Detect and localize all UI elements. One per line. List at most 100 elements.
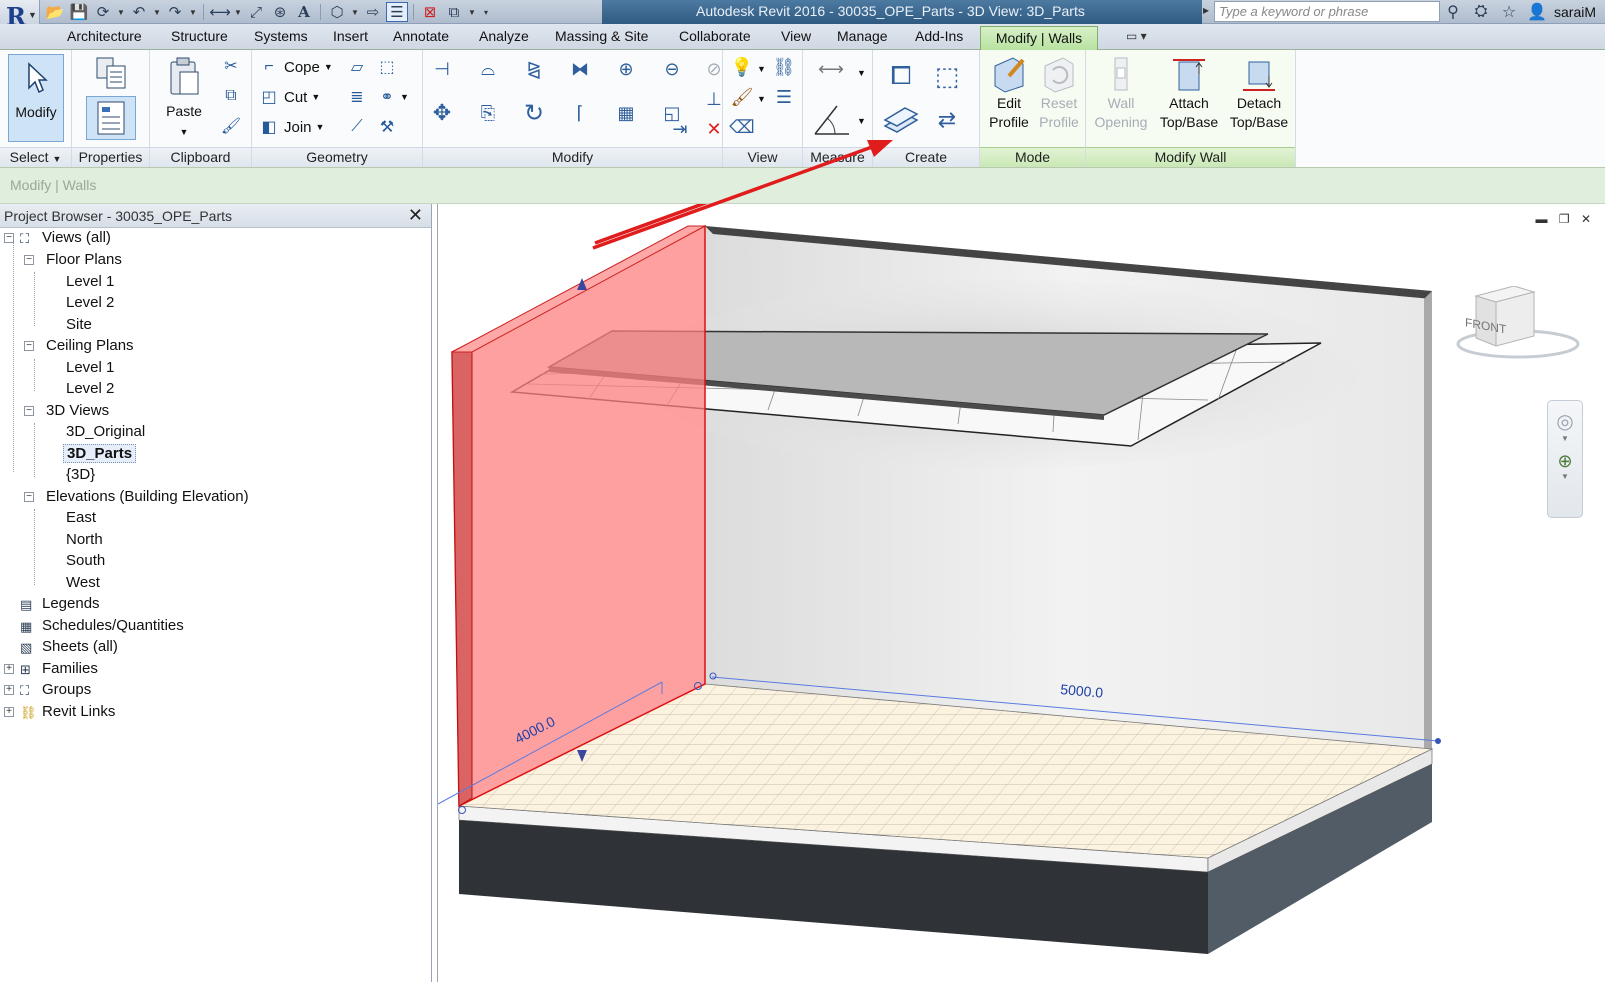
collapse-icon[interactable]: − (24, 406, 34, 416)
trim-extend-multiple-icon[interactable]: ⇥ (667, 116, 693, 142)
chevron-down-icon[interactable]: ▼ (1548, 434, 1582, 443)
copy-icon[interactable]: ⧉ (220, 85, 242, 107)
cut-geometry-button[interactable]: ◰ Cut ▼ (258, 84, 320, 110)
trim-extend-corner-icon[interactable]: ⌈ (567, 100, 593, 126)
save-icon[interactable]: 💾 (68, 2, 90, 22)
tree-node-sheets[interactable]: ▧ Sheets (all) (20, 637, 118, 659)
favorites-star-icon[interactable]: ☆ (1498, 2, 1520, 22)
tab-manage[interactable]: Manage (837, 28, 888, 44)
tree-item-site[interactable]: Site (66, 315, 92, 337)
3d-view-dropdown-icon[interactable]: ▼ (350, 8, 360, 17)
tree-node-3d-views[interactable]: − 3D Views (24, 401, 109, 423)
tab-collaborate[interactable]: Collaborate (679, 28, 751, 44)
beam-joins-icon[interactable]: ⟋ (346, 116, 368, 138)
demolish-icon[interactable]: ≣ (346, 86, 368, 108)
binoculars-icon[interactable]: ⚲ (1442, 2, 1464, 22)
undo-icon[interactable]: ↶ (128, 2, 150, 22)
tree-item-floor-level-1[interactable]: Level 1 (66, 272, 114, 294)
tab-analyze[interactable]: Analyze (479, 28, 529, 44)
default-3d-view-icon[interactable]: ⬡ (326, 2, 348, 22)
align-icon[interactable]: ⊣ (429, 56, 455, 82)
cut-scissors-icon[interactable]: ✂ (220, 55, 242, 77)
redo-icon[interactable]: ↷ (164, 2, 186, 22)
subscription-center-icon[interactable]: ⛭ (1470, 3, 1492, 21)
hide-in-view-icon[interactable]: ⛓ (771, 54, 797, 80)
undo-dropdown-icon[interactable]: ▼ (152, 8, 162, 17)
similar-icon[interactable]: ⇄ (929, 102, 965, 138)
tree-node-floor-plans[interactable]: − Floor Plans (24, 250, 122, 272)
cope-button[interactable]: ⌐ Cope ▼ (258, 54, 332, 80)
paste-button[interactable]: Paste ▼ (156, 54, 212, 142)
mirror-pick-axis-icon[interactable]: ⧎ (521, 56, 547, 82)
join-button[interactable]: ◧ Join ▼ (258, 114, 324, 140)
dimension-endpoint[interactable] (1435, 738, 1441, 744)
tree-item-3d-default[interactable]: {3D} (66, 465, 95, 487)
attach-top-base-button[interactable]: Attach Top/Base (1154, 54, 1224, 132)
tab-systems[interactable]: Systems (254, 28, 308, 44)
linework-icon[interactable]: ☰ (771, 84, 797, 110)
chevron-down-icon[interactable]: ▼ (857, 116, 866, 126)
collapse-icon[interactable]: − (24, 492, 34, 502)
tree-item-east[interactable]: East (66, 508, 96, 530)
chevron-down-icon[interactable]: ▼ (757, 64, 766, 74)
split-with-gap-icon[interactable]: ⊖ (659, 56, 685, 82)
tree-node-views-all[interactable]: − ⛶ Views (all) (4, 228, 111, 250)
tab-insert[interactable]: Insert (333, 28, 368, 44)
tab-add-ins[interactable]: Add-Ins (915, 28, 963, 44)
zoom-icon[interactable]: ⊕ (1548, 451, 1582, 472)
create-group-icon[interactable]: ⬚ (927, 56, 967, 96)
tree-item-west[interactable]: West (66, 573, 100, 595)
tree-node-revit-links[interactable]: + ⛓ Revit Links (4, 702, 115, 724)
thin-lines-icon[interactable]: ☰ (386, 2, 408, 22)
minimize-ribbon-icon[interactable]: ▭ ▾ (1126, 29, 1147, 43)
expand-icon[interactable]: + (4, 664, 14, 674)
redo-dropdown-icon[interactable]: ▼ (188, 8, 198, 17)
move-icon[interactable]: ✥ (429, 100, 455, 126)
rotate-icon[interactable]: ↻ (521, 100, 547, 127)
user-icon[interactable]: 👤 (1526, 2, 1548, 22)
tab-structure[interactable]: Structure (171, 28, 228, 44)
tab-modify-walls[interactable]: Modify | Walls (980, 26, 1098, 50)
chevron-down-icon[interactable]: ▼ (857, 68, 866, 78)
customize-toolbar-icon[interactable]: ▾ (479, 8, 493, 17)
tree-item-north[interactable]: North (66, 530, 103, 552)
viewcube-right-face[interactable] (1495, 291, 1535, 347)
wall-joins-icon[interactable]: ▱ (346, 56, 368, 78)
match-type-icon[interactable]: 🖌 (220, 115, 242, 137)
copy-element-icon[interactable]: ⎘ (475, 100, 501, 126)
lightbulb-icon[interactable]: 💡 (729, 54, 755, 80)
paintbrush-icon[interactable]: 🖌 (729, 84, 755, 110)
split-element-icon[interactable]: ⊕ (613, 56, 639, 82)
switch-windows-dropdown-icon[interactable]: ▼ (467, 8, 477, 17)
section-icon[interactable]: ⇨ (362, 2, 384, 22)
detach-top-base-button[interactable]: Detach Top/Base (1224, 54, 1294, 132)
tree-item-floor-level-2[interactable]: Level 2 (66, 293, 114, 315)
tree-node-schedules[interactable]: ▦ Schedules/Quantities (20, 616, 184, 638)
tab-annotate[interactable]: Annotate (393, 28, 449, 44)
type-properties-button[interactable] (86, 54, 136, 94)
tree-node-elevations[interactable]: − Elevations (Building Elevation) (24, 487, 249, 509)
expand-icon[interactable]: + (4, 707, 14, 717)
create-assembly-icon[interactable]: ⧠ (881, 56, 921, 96)
measure-between-icon[interactable]: ⟷ (811, 56, 851, 82)
paint-icon[interactable]: ⚭ (376, 86, 398, 108)
properties-button[interactable] (86, 96, 136, 140)
tree-node-groups[interactable]: + ⛶ Groups (4, 680, 91, 702)
aligned-dimension-icon[interactable]: ⤢ (245, 2, 267, 22)
create-parts-icon[interactable] (879, 100, 923, 140)
measure-dropdown-icon[interactable]: ▼ (233, 8, 243, 17)
3d-viewport[interactable]: ▬ ❐ ✕ 4000.0 5000.0 FRONT ◎ ▼ ⊕ ▼ (437, 204, 1605, 982)
aligned-dimension-icon[interactable] (811, 100, 855, 140)
sync-icon[interactable]: ⟳ (92, 2, 114, 22)
tree-item-3d-parts[interactable]: 3D_Parts (63, 444, 137, 466)
mirror-draw-axis-icon[interactable]: ⧓ (567, 56, 593, 82)
tree-item-3d-original[interactable]: 3D_Original (66, 422, 145, 444)
expand-icon[interactable]: + (4, 685, 14, 695)
text-icon[interactable]: A (293, 2, 315, 22)
tab-massing-site[interactable]: Massing & Site (555, 28, 648, 44)
eraser-icon[interactable]: ⌫ (729, 114, 755, 140)
search-input[interactable]: Type a keyword or phrase (1214, 1, 1440, 22)
tab-architecture[interactable]: Architecture (67, 28, 142, 44)
open-icon[interactable]: 📂 (44, 2, 66, 22)
array-icon[interactable]: ▦ (613, 100, 639, 126)
